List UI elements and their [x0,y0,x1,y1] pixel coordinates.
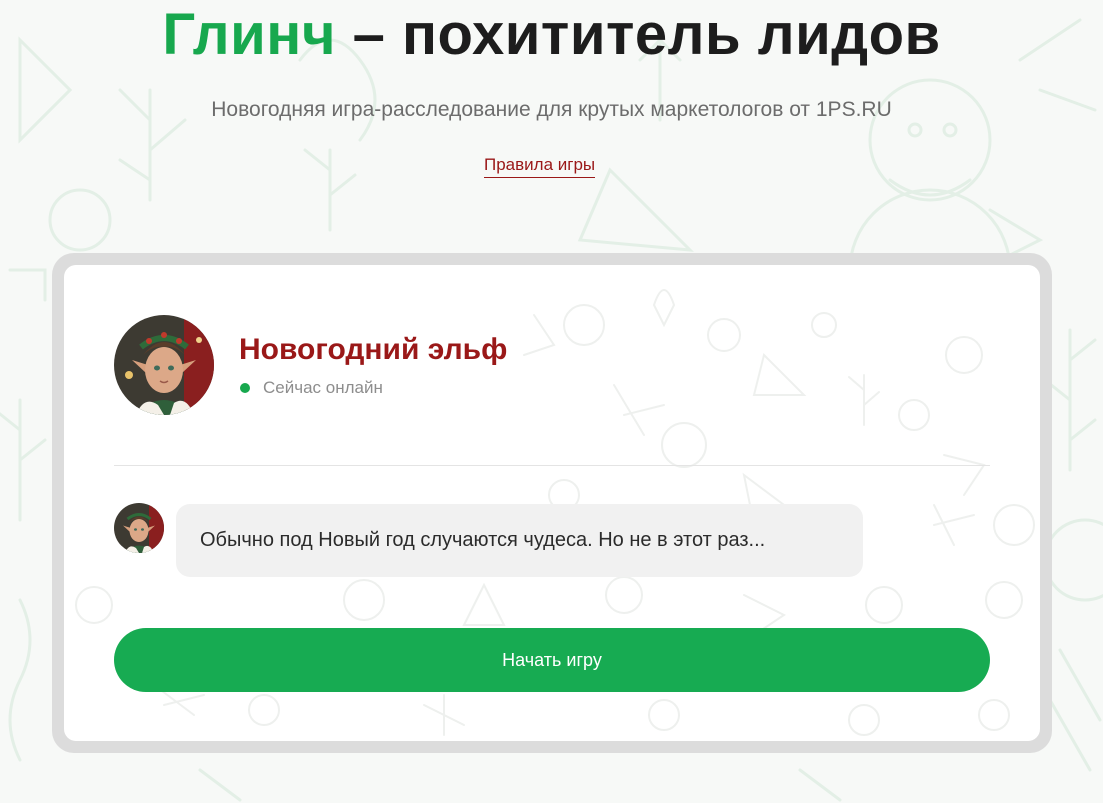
chat-card: Новогодний эльф Сейчас онлайн Обычно под… [64,265,1040,741]
message-text: Обычно под Новый год случаются чудеса. Н… [200,529,766,551]
page-title: Глинч – похититель лидов [0,2,1103,68]
elf-avatar [114,315,214,415]
status-line: Сейчас онлайн [240,377,383,399]
message-bubble: Обычно под Новый год случаются чудеса. Н… [176,504,863,577]
elf-avatar-icon [114,315,214,415]
status-text: Сейчас онлайн [263,378,383,397]
start-game-button[interactable]: Начать игру [114,628,990,692]
page-subtitle: Новогодняя игра-расследование для крутых… [211,98,892,121]
title-accent: Глинч [162,2,337,67]
divider [114,465,990,466]
elf-avatar-small-icon [114,503,164,553]
rules-link[interactable]: Правила игры [484,154,596,178]
message-avatar [114,503,164,553]
bot-name: Новогодний эльф [239,333,508,366]
title-rest: – похититель лидов [336,2,941,67]
green-dot-icon [240,383,250,393]
